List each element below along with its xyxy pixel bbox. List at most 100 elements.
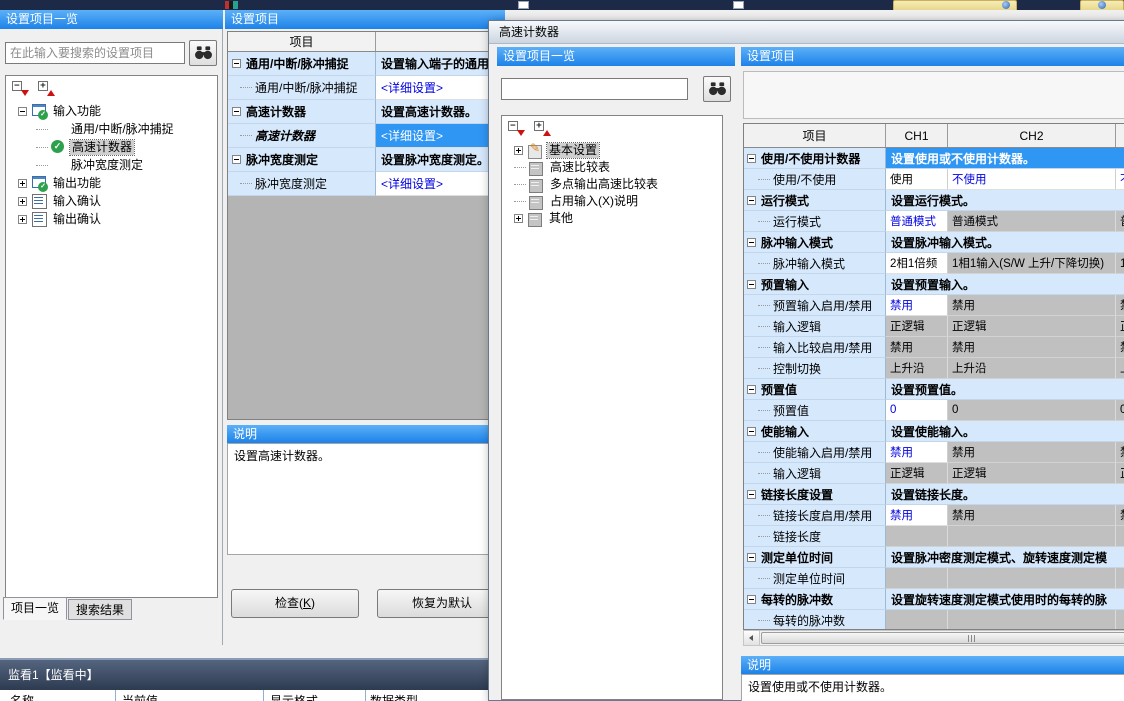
expand-icon[interactable] bbox=[514, 146, 523, 155]
ch3-value-cell[interactable]: 正逻辑 bbox=[1116, 463, 1124, 484]
dialog-search-button[interactable] bbox=[703, 76, 731, 102]
ch3-value-cell[interactable]: 普通模式 bbox=[1116, 211, 1124, 232]
ch1-value-cell[interactable]: 2相1倍频 bbox=[886, 253, 948, 274]
tree-item[interactable]: 脉冲宽度测定 bbox=[6, 156, 217, 174]
collapse-icon[interactable] bbox=[747, 154, 756, 163]
dialog-search-input[interactable] bbox=[501, 78, 688, 100]
expand-all-icon[interactable]: + bbox=[534, 120, 552, 137]
ch2-value-cell[interactable]: 0 bbox=[948, 400, 1116, 421]
ch2-value-cell[interactable] bbox=[948, 568, 1116, 589]
collapse-icon[interactable] bbox=[18, 107, 27, 116]
tree-item[interactable]: 输入功能 bbox=[6, 102, 217, 120]
ch1-value-cell[interactable]: 使用 bbox=[886, 169, 948, 190]
collapse-icon[interactable] bbox=[232, 59, 241, 68]
scroll-left-icon[interactable] bbox=[744, 631, 760, 645]
ch3-value-cell[interactable] bbox=[1116, 610, 1124, 630]
toolbar-icon[interactable] bbox=[733, 1, 744, 9]
ch1-value-cell[interactable]: 普通模式 bbox=[886, 211, 948, 232]
scrollbar-thumb[interactable] bbox=[761, 632, 1124, 644]
watch-column-header: 显示格式 bbox=[270, 692, 318, 701]
collapse-icon[interactable] bbox=[747, 385, 756, 394]
ch1-value-cell[interactable]: 正逻辑 bbox=[886, 316, 948, 337]
ch3-value-cell[interactable]: 正逻辑 bbox=[1116, 316, 1124, 337]
ch2-value-cell[interactable]: 禁用 bbox=[948, 442, 1116, 463]
tree-item[interactable]: 通用/中断/脉冲捕捉 bbox=[6, 120, 217, 138]
expand-icon[interactable] bbox=[18, 215, 27, 224]
row-label: 链接长度 bbox=[773, 528, 821, 545]
collapse-all-icon[interactable]: − bbox=[12, 80, 30, 97]
toolbar-icon[interactable] bbox=[225, 1, 238, 9]
ch2-value-cell[interactable]: 禁用 bbox=[948, 337, 1116, 358]
collapse-icon[interactable] bbox=[747, 490, 756, 499]
tree-item[interactable]: 输入确认 bbox=[6, 192, 217, 210]
ch2-value-cell[interactable]: 上升沿 bbox=[948, 358, 1116, 379]
ch3-value-cell[interactable]: 1相1输入(S/W 上升/下降切换) bbox=[1116, 253, 1124, 274]
collapse-icon[interactable] bbox=[747, 595, 756, 604]
search-button[interactable] bbox=[189, 40, 217, 66]
collapse-icon[interactable] bbox=[747, 427, 756, 436]
ch1-value-cell[interactable]: 0 bbox=[886, 400, 948, 421]
tree-toolbar: − + bbox=[6, 76, 217, 102]
ch2-value-cell[interactable]: 正逻辑 bbox=[948, 463, 1116, 484]
check-button[interactable]: 检查(K) bbox=[231, 589, 359, 618]
expand-icon[interactable] bbox=[18, 179, 27, 188]
ch3-value-cell[interactable]: 禁用 bbox=[1116, 442, 1124, 463]
ch3-value-cell[interactable]: 上升沿 bbox=[1116, 358, 1124, 379]
ch1-value-cell[interactable]: 正逻辑 bbox=[886, 463, 948, 484]
ch2-value-cell[interactable]: 1相1输入(S/W 上升/下降切换) bbox=[948, 253, 1116, 274]
ch3-value-cell[interactable]: 0 bbox=[1116, 400, 1124, 421]
toolbar-icon[interactable] bbox=[1098, 1, 1106, 9]
tab-active[interactable]: 项目一览 bbox=[3, 597, 67, 620]
ch2-value-cell[interactable]: 禁用 bbox=[948, 295, 1116, 316]
collapse-icon[interactable] bbox=[747, 238, 756, 247]
ch3-value-cell[interactable] bbox=[1116, 526, 1124, 547]
collapse-icon[interactable] bbox=[747, 553, 756, 562]
ch1-value-cell[interactable]: 禁用 bbox=[886, 337, 948, 358]
tree-item[interactable]: 基本设置 bbox=[502, 142, 722, 159]
dialog-titlebar[interactable]: 高速计数器 bbox=[489, 21, 1124, 44]
ch3-value-cell[interactable]: 禁用 bbox=[1116, 295, 1124, 316]
tree-item[interactable]: 高速比较表 bbox=[502, 159, 722, 176]
collapse-icon[interactable] bbox=[747, 280, 756, 289]
tree-item[interactable]: 高速计数器 bbox=[6, 138, 217, 156]
tab-inactive[interactable]: 搜索结果 bbox=[68, 599, 132, 620]
ch1-value-cell[interactable] bbox=[886, 610, 948, 630]
row-label: 控制切换 bbox=[773, 360, 821, 377]
expand-all-icon[interactable]: + bbox=[38, 80, 56, 97]
ch2-value-cell[interactable]: 不使用 bbox=[948, 169, 1116, 190]
tree-item[interactable]: 占用输入(X)说明 bbox=[502, 193, 722, 210]
ch3-value-cell[interactable]: 禁用 bbox=[1116, 337, 1124, 358]
ch2-value-cell[interactable]: 普通模式 bbox=[948, 211, 1116, 232]
channel-settings-row: 输入逻辑正逻辑正逻辑正逻辑 bbox=[744, 463, 1124, 484]
expand-icon[interactable] bbox=[18, 197, 27, 206]
tree-item[interactable]: 多点输出高速比较表 bbox=[502, 176, 722, 193]
ch1-value-cell[interactable]: 禁用 bbox=[886, 442, 948, 463]
ch2-value-cell[interactable]: 禁用 bbox=[948, 505, 1116, 526]
toolbar-button[interactable] bbox=[893, 0, 1017, 10]
ch1-value-cell[interactable] bbox=[886, 526, 948, 547]
collapse-icon[interactable] bbox=[232, 107, 241, 116]
tree-item[interactable]: 输出确认 bbox=[6, 210, 217, 228]
ch1-value-cell[interactable]: 禁用 bbox=[886, 505, 948, 526]
ch2-value-cell[interactable] bbox=[948, 610, 1116, 630]
ch3-value-cell[interactable] bbox=[1116, 568, 1124, 589]
tree-item[interactable]: 其他 bbox=[502, 210, 722, 227]
expand-icon[interactable] bbox=[514, 214, 523, 223]
ch3-value-cell[interactable]: 不使用 bbox=[1116, 169, 1124, 190]
collapse-all-icon[interactable]: − bbox=[508, 120, 526, 137]
collapse-icon[interactable] bbox=[232, 155, 241, 164]
ch2-value-cell[interactable] bbox=[948, 526, 1116, 547]
search-input[interactable] bbox=[5, 42, 185, 64]
ch1-value-cell[interactable]: 上升沿 bbox=[886, 358, 948, 379]
horizontal-scrollbar[interactable] bbox=[743, 630, 1124, 646]
channel-settings-row: 预置值000 bbox=[744, 400, 1124, 421]
ch3-value-cell[interactable]: 禁用 bbox=[1116, 505, 1124, 526]
ch2-value-cell[interactable]: 正逻辑 bbox=[948, 316, 1116, 337]
ch1-value-cell[interactable]: 禁用 bbox=[886, 295, 948, 316]
toolbar-icon[interactable] bbox=[518, 1, 529, 9]
toolbar-icon[interactable] bbox=[1002, 1, 1010, 9]
table-icon bbox=[528, 212, 543, 226]
tree-item[interactable]: 输出功能 bbox=[6, 174, 217, 192]
collapse-icon[interactable] bbox=[747, 196, 756, 205]
ch1-value-cell[interactable] bbox=[886, 568, 948, 589]
